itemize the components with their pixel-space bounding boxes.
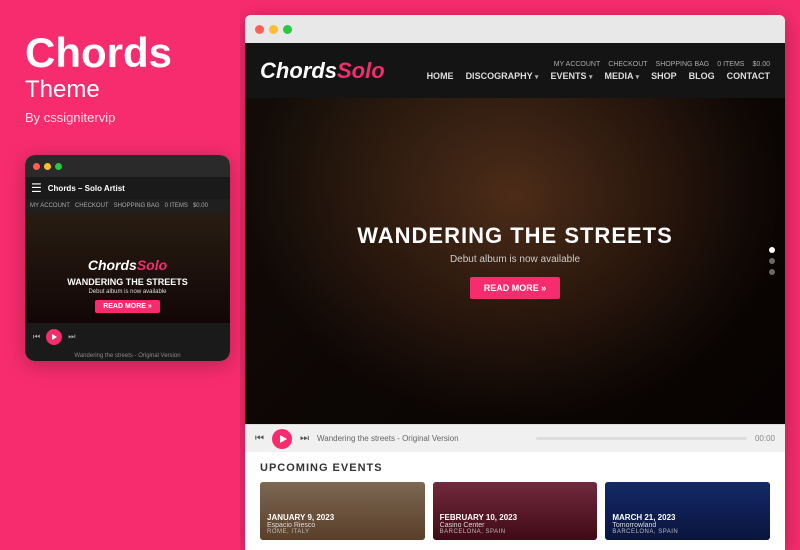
media-arrow: ▾ bbox=[636, 74, 640, 81]
mobile-link-price: $0.00 bbox=[193, 203, 208, 209]
player-next-button[interactable]: ⏭ bbox=[300, 433, 309, 444]
right-panel: ChordsSolo MY ACCOUNT CHECKOUT SHOPPING … bbox=[245, 15, 785, 550]
mobile-hero-sub: Debut album is now available bbox=[88, 289, 166, 295]
mobile-hero: ChordsSolo WANDERING THE STREETS Debut a… bbox=[25, 213, 230, 323]
hamburger-icon[interactable]: ☰ bbox=[31, 181, 42, 195]
event-location-1: ROME, ITALY bbox=[267, 529, 418, 535]
nav-discography[interactable]: DISCOGRAPHY ▾ bbox=[466, 71, 539, 81]
mobile-read-more-button[interactable]: READ MORE » bbox=[95, 300, 160, 313]
browser-dot-yellow bbox=[269, 25, 278, 34]
header-link-items: 0 ITEMS bbox=[717, 61, 744, 68]
event-date-1: JANUARY 9, 2023 bbox=[267, 513, 418, 522]
mobile-nav: ☰ Chords – Solo Artist bbox=[25, 177, 230, 199]
player-bar: ⏮ ⏭ Wandering the streets - Original Ver… bbox=[245, 424, 785, 452]
site-header-right: MY ACCOUNT CHECKOUT SHOPPING BAG 0 ITEMS… bbox=[427, 61, 770, 81]
hero-dot-3[interactable] bbox=[769, 269, 775, 275]
header-link-price: $0.00 bbox=[752, 61, 770, 68]
theme-subtitle: Theme bbox=[25, 76, 100, 104]
player-prev-button[interactable]: ⏮ bbox=[255, 433, 264, 444]
mobile-link-account[interactable]: MY ACCOUNT bbox=[30, 203, 70, 209]
event-location-2: BARCELONA, SPAIN bbox=[440, 529, 591, 535]
nav-shop[interactable]: SHOP bbox=[651, 71, 677, 81]
event-venue-1: Espacio Riesco bbox=[267, 522, 418, 529]
player-progress-bar[interactable] bbox=[536, 437, 747, 440]
nav-media[interactable]: MEDIA ▾ bbox=[604, 71, 639, 81]
header-link-checkout[interactable]: CHECKOUT bbox=[608, 61, 647, 68]
browser-dot-green bbox=[283, 25, 292, 34]
player-play-button[interactable] bbox=[272, 429, 292, 449]
mobile-top-links: MY ACCOUNT CHECKOUT SHOPPING BAG 0 ITEMS… bbox=[25, 199, 230, 213]
event-date-2: FEBRUARY 10, 2023 bbox=[440, 513, 591, 522]
mobile-preview: ☰ Chords – Solo Artist MY ACCOUNT CHECKO… bbox=[25, 155, 230, 361]
event-location-3: BARCELONA, SPAIN bbox=[612, 529, 763, 535]
hero-title: WANDERING THE STREETS bbox=[357, 223, 673, 249]
header-link-bag[interactable]: SHOPPING BAG bbox=[656, 61, 710, 68]
browser-dot-red bbox=[255, 25, 264, 34]
nav-contact[interactable]: CONTACT bbox=[727, 71, 770, 81]
left-panel: Chords Theme By cssignitervip ☰ Chords –… bbox=[0, 0, 240, 550]
nav-blog[interactable]: BLOG bbox=[689, 71, 715, 81]
mobile-next-button[interactable]: ⏭ bbox=[68, 332, 75, 342]
nav-home[interactable]: HOME bbox=[427, 71, 454, 81]
hero-dot-2[interactable] bbox=[769, 258, 775, 264]
site-logo-span: Solo bbox=[337, 58, 385, 83]
events-grid: JANUARY 9, 2023 Espacio Riesco ROME, ITA… bbox=[260, 482, 770, 540]
site-top-links: MY ACCOUNT CHECKOUT SHOPPING BAG 0 ITEMS… bbox=[554, 61, 770, 68]
browser-chrome bbox=[245, 15, 785, 43]
mobile-nav-title: Chords – Solo Artist bbox=[48, 184, 125, 193]
player-track-name: Wandering the streets - Original Version bbox=[317, 434, 528, 443]
events-section-title: UPCOMING EVENTS bbox=[260, 462, 770, 474]
mobile-dot-yellow bbox=[44, 163, 51, 170]
events-section: UPCOMING EVENTS JANUARY 9, 2023 Espacio … bbox=[245, 452, 785, 550]
events-arrow: ▾ bbox=[589, 74, 593, 81]
mobile-prev-button[interactable]: ⏮ bbox=[33, 332, 40, 342]
mobile-top-bar bbox=[25, 155, 230, 177]
nav-events[interactable]: EVENTS ▾ bbox=[550, 71, 592, 81]
mobile-hero-title: WANDERING THE STREETS bbox=[67, 277, 188, 287]
mobile-link-items: 0 ITEMS bbox=[165, 203, 188, 209]
event-venue-2: Casino Center bbox=[440, 522, 591, 529]
hero-subtitle: Debut album is now available bbox=[357, 254, 673, 265]
discography-arrow: ▾ bbox=[535, 74, 539, 81]
mobile-play-button[interactable] bbox=[46, 329, 62, 345]
site-logo: ChordsSolo bbox=[260, 58, 385, 84]
player-time: 00:00 bbox=[755, 434, 775, 443]
hero-section: WANDERING THE STREETS Debut album is now… bbox=[245, 98, 785, 424]
event-card-2[interactable]: FEBRUARY 10, 2023 Casino Center BARCELON… bbox=[433, 482, 598, 540]
hero-content: WANDERING THE STREETS Debut album is now… bbox=[357, 223, 673, 299]
site-header: ChordsSolo MY ACCOUNT CHECKOUT SHOPPING … bbox=[245, 43, 785, 98]
theme-title: Chords bbox=[25, 30, 172, 76]
mobile-logo: ChordsSolo bbox=[88, 257, 167, 273]
hero-dot-1[interactable] bbox=[769, 247, 775, 253]
website-content: ChordsSolo MY ACCOUNT CHECKOUT SHOPPING … bbox=[245, 43, 785, 550]
mobile-logo-span: Solo bbox=[137, 257, 167, 273]
mobile-dot-green bbox=[55, 163, 62, 170]
site-nav: HOME DISCOGRAPHY ▾ EVENTS ▾ MEDIA ▾ SHOP… bbox=[427, 71, 770, 81]
event-card-3[interactable]: MARCH 21, 2023 Tomorrowland BARCELONA, S… bbox=[605, 482, 770, 540]
mobile-link-bag[interactable]: SHOPPING BAG bbox=[114, 203, 160, 209]
mobile-link-checkout[interactable]: CHECKOUT bbox=[75, 203, 109, 209]
event-venue-3: Tomorrowland bbox=[612, 522, 763, 529]
mobile-dot-red bbox=[33, 163, 40, 170]
header-link-account[interactable]: MY ACCOUNT bbox=[554, 61, 601, 68]
byline: By cssignitervip bbox=[25, 110, 115, 125]
hero-read-more-button[interactable]: READ MORE » bbox=[470, 277, 561, 299]
event-card-1[interactable]: JANUARY 9, 2023 Espacio Riesco ROME, ITA… bbox=[260, 482, 425, 540]
hero-dots bbox=[769, 247, 775, 275]
mobile-player-track: Wandering the streets - Original Version bbox=[25, 351, 230, 361]
event-date-3: MARCH 21, 2023 bbox=[612, 513, 763, 522]
mobile-player: ⏮ ⏭ bbox=[25, 323, 230, 351]
